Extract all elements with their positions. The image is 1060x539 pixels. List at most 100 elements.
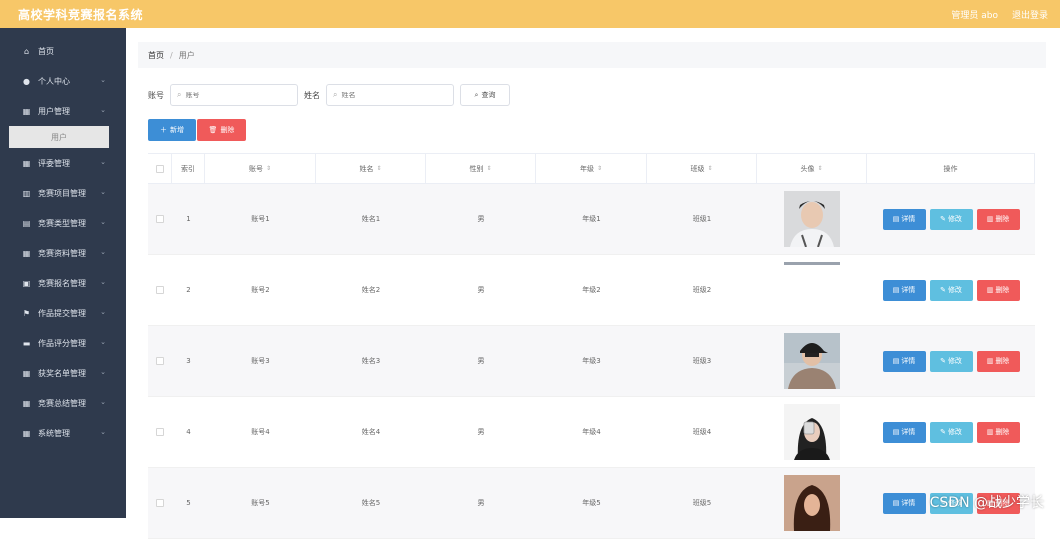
avatar[interactable]	[784, 333, 840, 389]
add-button[interactable]: ＋ 新增	[148, 119, 196, 141]
cell-grade: 年级2	[582, 286, 601, 294]
document-icon: ▤	[892, 215, 900, 223]
sidebar-item[interactable]: ⚑ 作品提交管理 ⌄	[0, 298, 126, 328]
sidebar: ⌂ 首页 ● 个人中心 ⌄ ▦ 用户管理 ⌄ 用户 ▦ 评委管理 ⌄ ▥ 竞赛项…	[0, 28, 126, 518]
sort-icon: ⇕	[707, 165, 713, 172]
cell-name: 姓名2	[361, 286, 381, 294]
delete-button[interactable]: ▥ 删除	[976, 421, 1020, 443]
select-all-checkbox[interactable]	[155, 164, 164, 173]
row-checkbox[interactable]	[156, 215, 164, 223]
name-label: 姓名	[304, 90, 320, 100]
sidebar-item[interactable]: ▦ 用户管理 ⌄	[0, 96, 126, 126]
col-class[interactable]: 班级 ⇕	[647, 154, 757, 183]
detail-button[interactable]: ▤ 详情	[882, 421, 926, 443]
sidebar-item[interactable]: ▦ 获奖名单管理 ⌄	[0, 358, 126, 388]
cell-sex: 男	[477, 215, 485, 223]
cell-index: 2	[186, 286, 191, 294]
bar-chart-icon: ▥	[22, 188, 31, 198]
breadcrumb-current: 用户	[178, 50, 195, 60]
chevron-down-icon: ⌄	[100, 106, 106, 114]
avatar[interactable]	[784, 404, 840, 460]
grid-icon: ▦	[22, 368, 31, 378]
name-search-box[interactable]: ⌕	[326, 84, 454, 106]
cell-class: 班级2	[692, 286, 712, 294]
select-all-cell	[148, 154, 172, 183]
sidebar-item[interactable]: ▥ 竞赛项目管理 ⌄	[0, 178, 126, 208]
row-checkbox[interactable]	[156, 357, 164, 365]
trash-icon: ▥	[986, 215, 994, 223]
sidebar-item[interactable]: ▬ 作品评分管理 ⌄	[0, 328, 126, 358]
current-user-label[interactable]: 管理员 abo	[951, 8, 998, 21]
sidebar-item[interactable]: ▦ 系统管理 ⌄	[0, 418, 126, 448]
detail-button[interactable]: ▤ 详情	[882, 492, 926, 514]
search-icon: ⌕	[177, 90, 182, 99]
col-avatar[interactable]: 头像 ⇕	[757, 154, 867, 183]
detail-button[interactable]: ▤ 详情	[882, 279, 926, 301]
pencil-icon: ✎	[940, 357, 946, 365]
row-checkbox[interactable]	[156, 499, 164, 507]
logout-link[interactable]: 退出登录	[1012, 8, 1048, 21]
trash-icon: ▥	[986, 357, 994, 365]
sidebar-item[interactable]: ▦ 竞赛资料管理 ⌄	[0, 238, 126, 268]
bank-icon: ▤	[22, 218, 31, 228]
table-row: 4 账号4 姓名4 男 年级4 班级4 ▤ 详情 ✎ 修改 ▥ 删除	[148, 397, 1035, 468]
cell-account: 账号2	[251, 286, 270, 294]
edit-button[interactable]: ✎ 修改	[929, 350, 973, 372]
sidebar-item[interactable]: ▦ 竞赛总结管理 ⌄	[0, 388, 126, 418]
col-account[interactable]: 账号 ⇕	[205, 154, 316, 183]
sidebar-item[interactable]: ▣ 竞赛报名管理 ⌄	[0, 268, 126, 298]
delete-button[interactable]: ▥ 删除	[976, 208, 1020, 230]
detail-button[interactable]: ▤ 详情	[882, 350, 926, 372]
clipboard-icon: ▣	[22, 278, 31, 288]
sidebar-item[interactable]: ▤ 竞赛类型管理 ⌄	[0, 208, 126, 238]
col-index: 索引	[172, 154, 205, 183]
sidebar-subitem-users[interactable]: 用户	[9, 126, 109, 148]
account-search-box[interactable]: ⌕	[170, 84, 298, 106]
sidebar-item-label: 作品评分管理	[38, 338, 86, 348]
document-icon: ▤	[892, 357, 900, 365]
action-bar: ＋ 新增 🗑 删除	[148, 119, 246, 141]
sort-icon: ⇕	[376, 165, 382, 172]
batch-delete-label: 删除	[220, 126, 235, 134]
account-search-input[interactable]	[185, 91, 286, 99]
table-row: 2 账号2 姓名2 男 年级2 班级2 ▤ 详情 ✎ 修改 ▥ 删除	[148, 255, 1035, 326]
cell-index: 4	[186, 428, 191, 436]
row-checkbox[interactable]	[156, 428, 164, 436]
breadcrumb-home[interactable]: 首页	[148, 50, 164, 61]
cell-grade: 年级5	[582, 499, 601, 507]
chevron-down-icon: ⌄	[100, 428, 106, 436]
name-search-input[interactable]	[341, 91, 442, 99]
plus-icon: ＋	[160, 126, 167, 134]
delete-button[interactable]: ▥ 删除	[976, 350, 1020, 372]
avatar[interactable]	[784, 262, 840, 318]
sidebar-item-label: 首页	[38, 46, 54, 56]
edit-button[interactable]: ✎ 修改	[929, 208, 973, 230]
col-name[interactable]: 姓名 ⇕	[316, 154, 426, 183]
edit-button[interactable]: ✎ 修改	[929, 421, 973, 443]
sidebar-item[interactable]: ● 个人中心 ⌄	[0, 66, 126, 96]
watermark: CSDN @战少学长	[929, 495, 1044, 511]
batch-delete-button[interactable]: 🗑 删除	[197, 119, 246, 141]
delete-button[interactable]: ▥ 删除	[976, 279, 1020, 301]
sidebar-item[interactable]: ▦ 评委管理 ⌄	[0, 148, 126, 178]
col-grade[interactable]: 年级 ⇕	[536, 154, 647, 183]
sidebar-item-label: 获奖名单管理	[38, 368, 86, 378]
search-icon: ⌕	[474, 90, 479, 99]
cell-account: 账号5	[251, 499, 270, 507]
col-sex[interactable]: 性别 ⇕	[426, 154, 536, 183]
avatar[interactable]	[784, 191, 840, 247]
sidebar-item[interactable]: ⌂ 首页	[0, 36, 126, 66]
sort-icon: ⇕	[596, 165, 603, 172]
chevron-down-icon: ⌄	[100, 188, 106, 196]
col-ops: 操作	[867, 154, 1035, 183]
row-checkbox[interactable]	[156, 286, 164, 294]
avatar[interactable]	[784, 475, 840, 531]
query-button-label: 查询	[481, 91, 496, 99]
sidebar-item-label: 竞赛报名管理	[38, 278, 86, 288]
grid-icon: ▦	[22, 158, 31, 168]
edit-button[interactable]: ✎ 修改	[929, 279, 973, 301]
sidebar-item-label: 竞赛总结管理	[38, 398, 86, 408]
chevron-down-icon: ⌄	[100, 398, 106, 406]
query-button[interactable]: ⌕ 查询	[460, 84, 510, 106]
detail-button[interactable]: ▤ 详情	[882, 208, 926, 230]
